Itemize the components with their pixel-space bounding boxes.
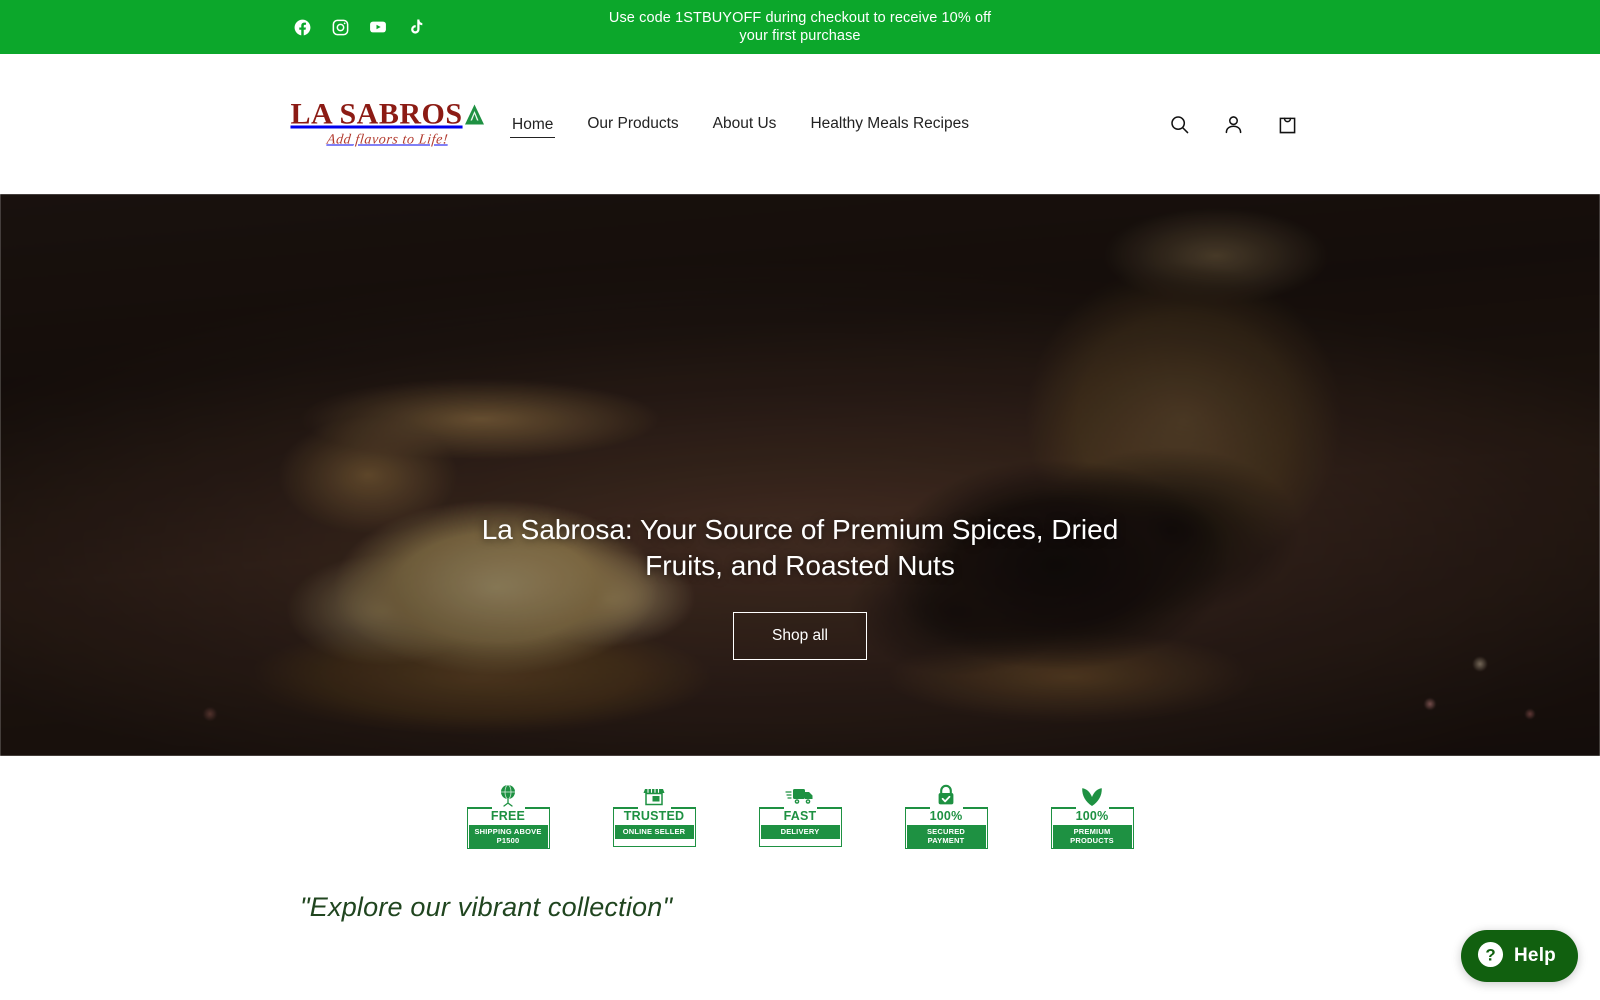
trust-badge-premium-products: 100% PREMIUM PRODUCTS bbox=[1050, 783, 1134, 849]
trust-badge-fast-delivery: FAST DELIVERY bbox=[758, 783, 842, 847]
cart-icon[interactable] bbox=[1270, 107, 1304, 141]
collection-section: "Explore our vibrant collection" bbox=[0, 866, 1600, 923]
trust-badge-title: 100% bbox=[1075, 809, 1109, 823]
tiktok-icon[interactable] bbox=[400, 11, 432, 43]
trust-badge-frame: 100% SECURED PAYMENT bbox=[904, 807, 988, 849]
trust-badge-subtitle: SHIPPING ABOVE P1500 bbox=[468, 825, 548, 848]
main-navigation: Home Our Products About Us Healthy Meals… bbox=[510, 109, 971, 139]
trust-badge-secured-payment: 100% SECURED PAYMENT bbox=[904, 783, 988, 849]
leaf-icon bbox=[1078, 783, 1106, 809]
trust-badges-row: FREE SHIPPING ABOVE P1500 TRUSTED ONLINE… bbox=[0, 756, 1600, 866]
logo-triangle-icon bbox=[464, 104, 485, 126]
nav-item-about-us[interactable]: About Us bbox=[711, 109, 779, 139]
logo-wordmark: LA SABROS bbox=[290, 99, 484, 130]
announcement-text: Use code 1STBUYOFF during checkout to re… bbox=[608, 10, 992, 44]
collection-heading: "Explore our vibrant collection" bbox=[300, 892, 673, 922]
hero-content: La Sabrosa: Your Source of Premium Spice… bbox=[0, 512, 1600, 660]
hero-heading: La Sabrosa: Your Source of Premium Spice… bbox=[481, 514, 1119, 581]
trust-badge-frame: FAST DELIVERY bbox=[758, 807, 842, 847]
trust-badge-frame: TRUSTED ONLINE SELLER bbox=[612, 807, 696, 847]
globe-icon bbox=[495, 783, 521, 809]
help-chat-button[interactable]: ? Help bbox=[1461, 930, 1578, 982]
trust-badge-subtitle: ONLINE SELLER bbox=[614, 825, 694, 839]
hero-banner: La Sabrosa: Your Source of Premium Spice… bbox=[0, 194, 1600, 756]
hero-overlay bbox=[0, 194, 1600, 756]
facebook-icon[interactable] bbox=[286, 11, 318, 43]
instagram-icon[interactable] bbox=[324, 11, 356, 43]
trust-badge-trusted-seller: TRUSTED ONLINE SELLER bbox=[612, 783, 696, 847]
site-logo[interactable]: LA SABROS Add flavors to Life! bbox=[290, 99, 484, 149]
lock-icon bbox=[934, 783, 958, 809]
youtube-icon[interactable] bbox=[362, 11, 394, 43]
store-icon bbox=[641, 783, 667, 809]
social-links bbox=[286, 0, 432, 54]
question-mark-icon: ? bbox=[1477, 941, 1504, 971]
site-header: LA SABROS Add flavors to Life! Home Our … bbox=[0, 54, 1600, 194]
trust-badge-title: TRUSTED bbox=[623, 809, 685, 823]
trust-badge-frame: 100% PREMIUM PRODUCTS bbox=[1050, 807, 1134, 849]
announcement-bar: Use code 1STBUYOFF during checkout to re… bbox=[0, 0, 1600, 54]
search-icon[interactable] bbox=[1162, 107, 1196, 141]
trust-badge-subtitle: PREMIUM PRODUCTS bbox=[1052, 825, 1132, 848]
trust-badge-free-shipping: FREE SHIPPING ABOVE P1500 bbox=[466, 783, 550, 849]
svg-text:?: ? bbox=[1485, 946, 1495, 965]
help-label: Help bbox=[1514, 945, 1556, 966]
account-icon[interactable] bbox=[1216, 107, 1250, 141]
logo-tagline: Add flavors to Life! bbox=[326, 132, 449, 148]
trust-badge-title: FREE bbox=[490, 809, 526, 823]
trust-badge-subtitle: SECURED PAYMENT bbox=[906, 825, 986, 848]
trust-badge-subtitle: DELIVERY bbox=[760, 825, 840, 839]
truck-icon bbox=[785, 783, 815, 809]
header-actions bbox=[1162, 107, 1304, 141]
trust-badge-title: FAST bbox=[783, 809, 817, 823]
logo-wordmark-text: LA SABROS bbox=[290, 97, 463, 131]
trust-badge-frame: FREE SHIPPING ABOVE P1500 bbox=[466, 807, 550, 849]
nav-item-healthy-meals-recipes[interactable]: Healthy Meals Recipes bbox=[808, 109, 971, 139]
nav-item-home[interactable]: Home bbox=[510, 110, 556, 138]
trust-badge-title: 100% bbox=[929, 809, 963, 823]
shop-all-button[interactable]: Shop all bbox=[732, 611, 867, 660]
nav-item-our-products[interactable]: Our Products bbox=[585, 109, 680, 139]
